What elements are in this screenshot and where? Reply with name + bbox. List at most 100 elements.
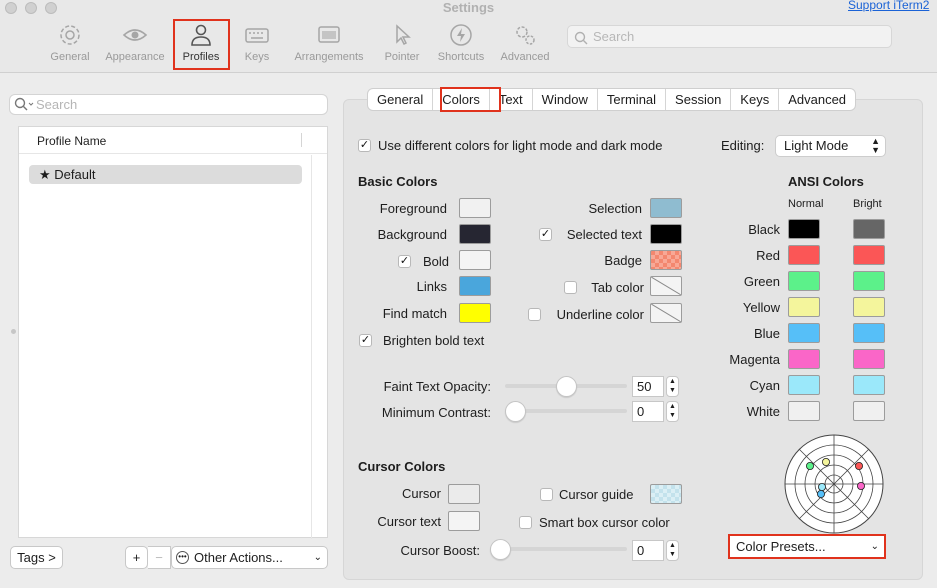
- other-actions-button[interactable]: ••• Other Actions... ⌄: [171, 546, 328, 569]
- links-color-well[interactable]: [459, 276, 491, 296]
- ansi-white-normal-well[interactable]: [788, 401, 820, 421]
- settings-search-input[interactable]: Search: [567, 25, 892, 48]
- colors-tab-highlight: [440, 87, 501, 112]
- selected-text-color-well[interactable]: [650, 224, 682, 244]
- bold-color-well[interactable]: [459, 250, 491, 270]
- list-scrollbar[interactable]: [311, 155, 312, 539]
- toolbar-arrangements[interactable]: Arrangements: [291, 22, 367, 63]
- toolbar-keys[interactable]: Keys: [219, 22, 295, 63]
- green-color-point[interactable]: [805, 461, 814, 470]
- editing-mode-select[interactable]: Light Mode ▲ ▼: [775, 135, 886, 157]
- basic-colors-title: Basic Colors: [358, 174, 438, 189]
- tab-window[interactable]: Window: [531, 89, 597, 110]
- ansi-blue-bright-well[interactable]: [853, 323, 885, 343]
- tags-button[interactable]: Tags >: [10, 546, 63, 569]
- background-label: Background: [377, 227, 447, 242]
- normal-column-label: Normal: [788, 198, 824, 210]
- search-icon: [574, 30, 588, 51]
- slider-knob[interactable]: [556, 376, 577, 397]
- underline-color-checkbox[interactable]: [528, 308, 541, 321]
- ansi-white-bright-well[interactable]: [853, 401, 885, 421]
- color-wheel[interactable]: [783, 433, 885, 535]
- toolbar-appearance[interactable]: Appearance: [97, 22, 173, 63]
- tab-advanced[interactable]: Advanced: [778, 89, 855, 110]
- cursor-color-well[interactable]: [448, 484, 480, 504]
- profile-list-header[interactable]: Profile Name: [19, 127, 327, 154]
- ansi-blue-normal-well[interactable]: [788, 323, 820, 343]
- background-color-well[interactable]: [459, 224, 491, 244]
- cursor-boost-label: Cursor Boost:: [400, 543, 480, 558]
- bright-column-label: Bright: [853, 198, 882, 210]
- ansi-green-label: Green: [743, 274, 780, 289]
- column-divider[interactable]: [301, 133, 302, 147]
- tab-general[interactable]: General: [368, 89, 432, 110]
- profile-list: Profile Name ★ Default: [18, 126, 328, 539]
- cursor-guide-color-well[interactable]: [650, 484, 682, 504]
- find-match-color-well[interactable]: [459, 303, 491, 323]
- different-colors-checkbox[interactable]: ✓: [358, 139, 371, 152]
- different-colors-label: Use different colors for light mode and …: [378, 138, 663, 153]
- faint-opacity-stepper[interactable]: ▲ ▼: [666, 376, 679, 397]
- faint-opacity-field[interactable]: 50: [632, 376, 664, 397]
- selected-text-checkbox[interactable]: ✓: [539, 228, 552, 241]
- cursor-text-color-well[interactable]: [448, 511, 480, 531]
- ansi-green-bright-well[interactable]: [853, 271, 885, 291]
- cyan-color-point[interactable]: [818, 483, 827, 492]
- support-link[interactable]: Support iTerm2: [848, 0, 929, 12]
- ansi-colors-title: ANSI Colors: [788, 174, 864, 189]
- find-match-label: Find match: [382, 306, 447, 321]
- remove-profile-button[interactable]: −: [148, 546, 171, 569]
- selection-color-well[interactable]: [650, 198, 682, 218]
- ansi-black-bright-well[interactable]: [853, 219, 885, 239]
- ansi-cyan-normal-well[interactable]: [788, 375, 820, 395]
- split-view-handle[interactable]: [11, 329, 16, 334]
- selection-label: Selection: [588, 201, 642, 216]
- cursor-label: Cursor: [401, 486, 441, 501]
- cursor-boost-slider[interactable]: [490, 539, 627, 560]
- underline-color-well[interactable]: [650, 303, 682, 323]
- blue-color-point[interactable]: [817, 490, 826, 499]
- toolbar-advanced[interactable]: Advanced: [487, 22, 563, 63]
- tab-keys[interactable]: Keys: [730, 89, 778, 110]
- ansi-yellow-normal-well[interactable]: [788, 297, 820, 317]
- tab-color-label: Tab color: [591, 280, 644, 295]
- brighten-bold-checkbox[interactable]: ✓: [359, 334, 372, 347]
- ansi-white-label: White: [746, 404, 780, 419]
- min-contrast-field[interactable]: 0: [632, 401, 664, 422]
- window-icon: [291, 22, 367, 52]
- ansi-magenta-bright-well[interactable]: [853, 349, 885, 369]
- ansi-green-normal-well[interactable]: [788, 271, 820, 291]
- profile-row-default[interactable]: ★ Default: [29, 165, 302, 184]
- cursor-boost-stepper[interactable]: ▲ ▼: [666, 540, 679, 561]
- ansi-yellow-bright-well[interactable]: [853, 297, 885, 317]
- tab-terminal[interactable]: Terminal: [596, 89, 665, 110]
- star-icon: ★: [39, 167, 51, 182]
- cursor-guide-checkbox[interactable]: [540, 488, 553, 501]
- foreground-label: Foreground: [379, 201, 447, 216]
- add-profile-button[interactable]: +: [125, 546, 148, 569]
- min-contrast-slider[interactable]: [505, 401, 627, 422]
- ansi-black-normal-well[interactable]: [788, 219, 820, 239]
- tab-color-well[interactable]: [650, 276, 682, 296]
- magenta-color-point[interactable]: [857, 482, 866, 491]
- cursor-boost-field[interactable]: 0: [632, 540, 664, 561]
- min-contrast-stepper[interactable]: ▲ ▼: [666, 401, 679, 422]
- ansi-red-bright-well[interactable]: [853, 245, 885, 265]
- red-color-point[interactable]: [855, 461, 864, 470]
- faint-opacity-slider[interactable]: [505, 376, 627, 397]
- badge-color-well[interactable]: [650, 250, 682, 270]
- foreground-color-well[interactable]: [459, 198, 491, 218]
- tab-session[interactable]: Session: [665, 89, 730, 110]
- smart-box-checkbox[interactable]: [519, 516, 532, 529]
- slider-knob[interactable]: [505, 401, 526, 422]
- ansi-magenta-normal-well[interactable]: [788, 349, 820, 369]
- tab-color-checkbox[interactable]: [564, 281, 577, 294]
- ansi-cyan-bright-well[interactable]: [853, 375, 885, 395]
- profile-search-input[interactable]: Search: [9, 94, 328, 115]
- editing-label: Editing:: [721, 138, 765, 153]
- slider-knob[interactable]: [490, 539, 511, 560]
- yellow-color-point[interactable]: [822, 457, 831, 466]
- ansi-red-normal-well[interactable]: [788, 245, 820, 265]
- color-presets-select[interactable]: Color Presets... ⌄: [728, 534, 886, 559]
- brighten-bold-label: Brighten bold text: [383, 333, 485, 348]
